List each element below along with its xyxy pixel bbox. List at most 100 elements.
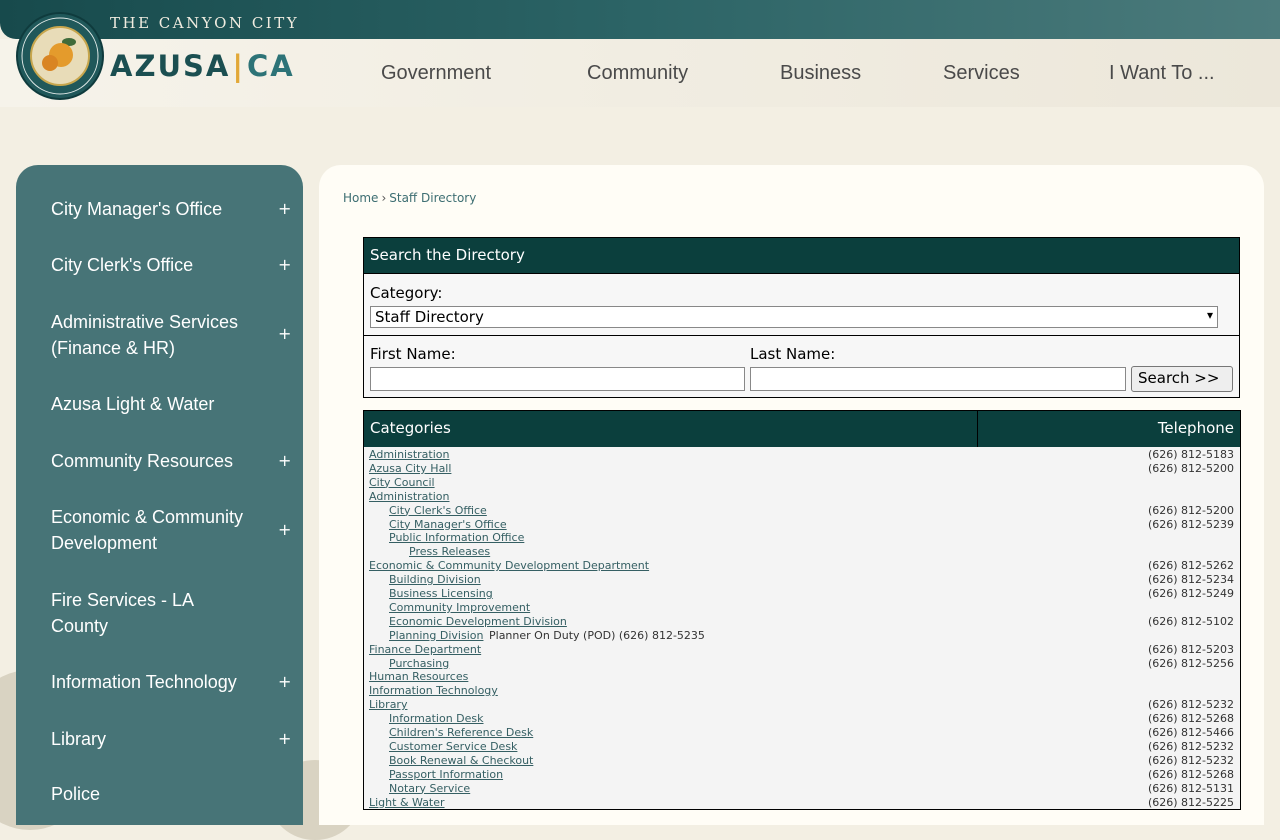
table-row: Press Releases (364, 545, 1240, 559)
table-row: Business Licensing (626) 812-5249 (364, 587, 1240, 601)
seal-emblem (30, 26, 90, 86)
telephone-value: (626) 812-5225 (1147, 795, 1234, 809)
expand-plus-icon[interactable]: + (278, 729, 291, 748)
nav-community[interactable]: Community (587, 62, 688, 85)
category-link[interactable]: Public Information Office (389, 531, 524, 545)
category-link[interactable]: Administration (369, 490, 450, 504)
telephone-value: (626) 812-5203 (1147, 642, 1234, 656)
sidebar-item-administrative-services[interactable]: Administrative Services (Finance & HR) (51, 309, 251, 361)
brand-state: CA (246, 49, 295, 83)
top-band: THE CANYON CITY (0, 0, 1280, 39)
category-link[interactable]: Purchasing (389, 657, 449, 671)
brand-logo[interactable]: AZUSA|CA (110, 49, 295, 83)
directory-search-box: Search the Directory Category: Staff Dir… (363, 237, 1240, 398)
telephone-value: (626) 812-5466 (1147, 726, 1234, 739)
category-link[interactable]: Planning Division (389, 629, 483, 643)
category-link[interactable]: Economic & Community Development Departm… (369, 559, 649, 573)
category-link[interactable]: Economic Development Division (389, 615, 567, 629)
nav-i-want-to[interactable]: I Want To ... (1109, 62, 1215, 85)
category-select-value: Staff Directory (375, 308, 484, 326)
table-row: Finance Department (626) 812-5203 (364, 643, 1240, 657)
orange-icon (42, 55, 58, 71)
table-row: Human Resources (364, 670, 1240, 684)
table-row: City Council (364, 476, 1240, 490)
search-button[interactable]: Search >> (1131, 366, 1233, 392)
divider (364, 335, 1239, 336)
expand-plus-icon[interactable]: + (278, 324, 291, 343)
table-row: Library (626) 812-5232 (364, 698, 1240, 712)
expand-plus-icon[interactable]: + (278, 255, 291, 274)
sidebar-item-economic-community-development[interactable]: Economic & Community Development (51, 504, 251, 556)
sidebar-item-city-managers-office[interactable]: City Manager's Office (51, 196, 251, 222)
category-link[interactable]: City Manager's Office (389, 518, 507, 532)
brand-divider: | (232, 49, 245, 83)
category-link[interactable]: Children's Reference Desk (389, 726, 533, 740)
first-name-input[interactable] (370, 367, 745, 391)
sidebar-item-community-resources[interactable]: Community Resources (51, 448, 251, 474)
chevron-down-icon: ▾ (1206, 308, 1213, 322)
telephone-value: (626) 812-5249 (1147, 587, 1234, 600)
telephone-value: (626) 812-5200 (1147, 461, 1234, 475)
telephone-value: (626) 812-5268 (1147, 712, 1234, 726)
sidebar-item-azusa-light-water[interactable]: Azusa Light & Water (51, 391, 251, 417)
category-link[interactable]: Building Division (389, 573, 481, 587)
expand-plus-icon[interactable]: + (278, 672, 291, 691)
category-link[interactable]: Finance Department (369, 643, 481, 657)
breadcrumb-home-link[interactable]: Home (343, 191, 378, 205)
sidebar-item-police[interactable]: Police (51, 781, 251, 807)
first-name-label: First Name: (370, 345, 456, 363)
table-row: Light & Water (626) 812-5225 (364, 796, 1240, 810)
table-row: Administration (364, 490, 1240, 504)
telephone-value: (626) 812-5232 (1147, 753, 1234, 767)
category-link[interactable]: Information Desk (389, 712, 484, 726)
table-row: Economic & Community Development Departm… (364, 559, 1240, 573)
category-link[interactable]: Passport Information (389, 768, 503, 782)
telephone-value: (626) 812-5262 (1147, 559, 1234, 573)
nav-government[interactable]: Government (381, 62, 491, 85)
search-box-title: Search the Directory (364, 238, 1239, 274)
category-link[interactable]: Community Improvement (389, 601, 530, 615)
telephone-value: (626) 812-5256 (1147, 656, 1234, 670)
last-name-input[interactable] (750, 367, 1126, 391)
category-link[interactable]: City Clerk's Office (389, 504, 487, 518)
table-row: Children's Reference Desk (626) 812-5466 (364, 726, 1240, 740)
category-link[interactable]: Book Renewal & Checkout (389, 754, 533, 768)
column-header-telephone: Telephone (978, 411, 1240, 447)
category-link[interactable]: Human Resources (369, 670, 468, 684)
sidebar-item-city-clerks-office[interactable]: City Clerk's Office (51, 252, 251, 278)
category-link[interactable]: Notary Service (389, 782, 470, 796)
category-link[interactable]: City Council (369, 476, 435, 490)
category-link[interactable]: Information Technology (369, 684, 498, 698)
category-link[interactable]: Press Releases (409, 545, 490, 559)
city-seal-logo[interactable] (16, 12, 104, 100)
sidebar-item-information-technology[interactable]: Information Technology (51, 669, 251, 695)
sidebar-item-fire-services[interactable]: Fire Services - LA County (51, 587, 251, 639)
table-row: Information Technology (364, 684, 1240, 698)
sidebar-item-library[interactable]: Library (51, 726, 251, 752)
table-row: Administration (626) 812-5183 (364, 448, 1240, 462)
nav-services[interactable]: Services (943, 62, 1020, 85)
breadcrumb: Home › Staff Directory (343, 191, 476, 205)
expand-plus-icon[interactable]: + (278, 451, 291, 470)
breadcrumb-current[interactable]: Staff Directory (389, 191, 476, 205)
nav-business[interactable]: Business (780, 62, 861, 85)
table-row: Planning Division Planner On Duty (POD) (… (364, 629, 1240, 643)
category-select[interactable]: Staff Directory ▾ (370, 306, 1218, 328)
telephone-value: (626) 812-5239 (1147, 517, 1234, 531)
category-link[interactable]: Business Licensing (389, 587, 493, 601)
breadcrumb-separator: › (381, 191, 387, 205)
category-link[interactable]: Library (369, 698, 407, 712)
category-link[interactable]: Azusa City Hall (369, 462, 451, 476)
expand-plus-icon[interactable]: + (278, 520, 291, 539)
category-note: Planner On Duty (POD) (626) 812-5235 (489, 628, 705, 642)
telephone-value: (626) 812-5232 (1147, 739, 1234, 753)
category-link[interactable]: Administration (369, 448, 450, 462)
last-name-label: Last Name: (750, 345, 836, 363)
table-row: Customer Service Desk (626) 812-5232 (364, 740, 1240, 754)
category-link[interactable]: Customer Service Desk (389, 740, 517, 754)
expand-plus-icon[interactable]: + (278, 199, 291, 218)
table-row: City Manager's Office (626) 812-5239 (364, 518, 1240, 532)
table-row: Information Desk (626) 812-5268 (364, 712, 1240, 726)
column-header-categories: Categories (364, 411, 978, 447)
category-link[interactable]: Light & Water (369, 796, 445, 810)
